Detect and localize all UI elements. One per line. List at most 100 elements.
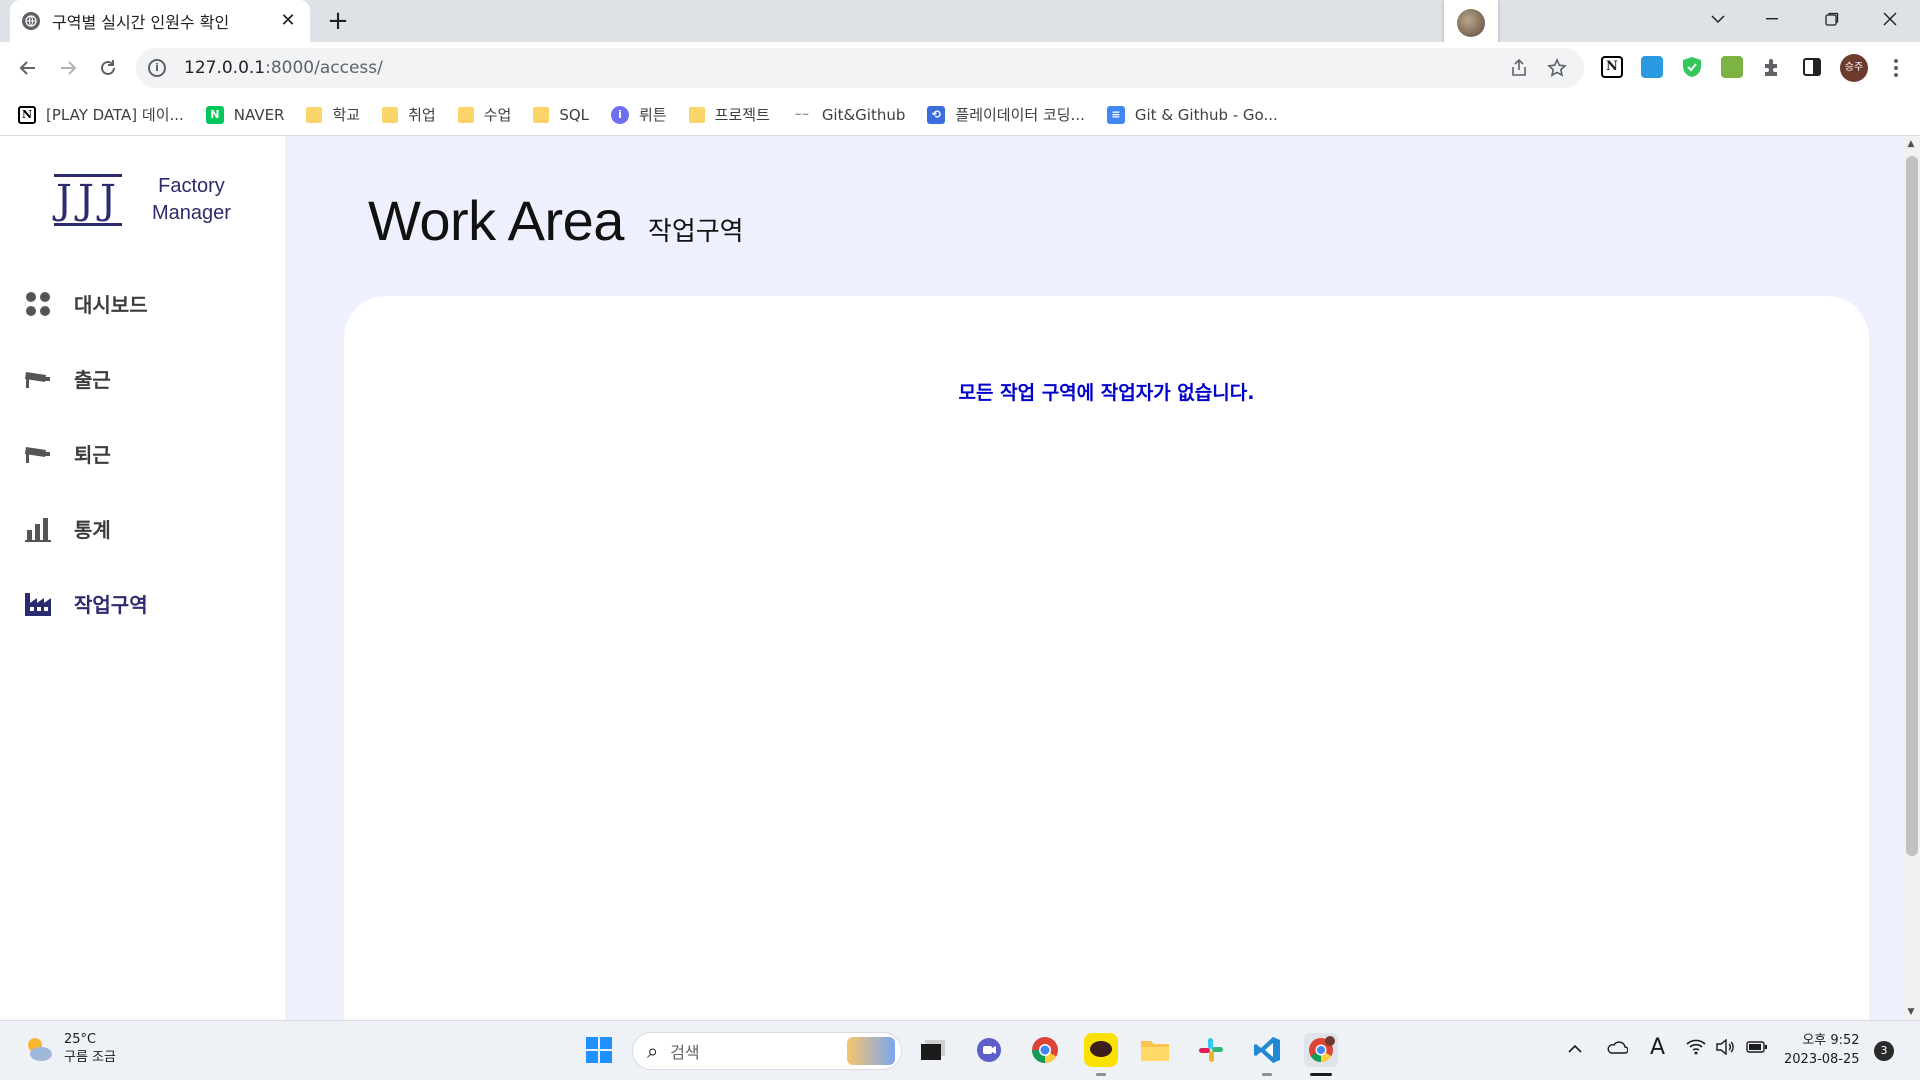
profile-picture: [1457, 9, 1485, 37]
bookmark-label: NAVER: [233, 105, 285, 124]
sidebar-item-label: 대시보드: [74, 293, 148, 317]
notion-extension-icon[interactable]: N: [1601, 56, 1623, 78]
tab-list-chevron-icon[interactable]: [1690, 0, 1746, 38]
bookmark-item[interactable]: 프로젝트: [688, 104, 770, 125]
bookmark-item[interactable]: N [PLAY DATA] 데이...: [18, 104, 184, 125]
puzzle-extensions-icon[interactable]: [1761, 56, 1783, 78]
chrome-profile-icon[interactable]: [1304, 1033, 1338, 1067]
weather-description: 구름 조금: [64, 1050, 116, 1065]
more-menu-icon[interactable]: [1880, 52, 1912, 84]
bookmark-label: 플레이데이터 코딩...: [955, 106, 1085, 124]
tab-search-profile-chip[interactable]: [1444, 0, 1498, 46]
ime-indicator[interactable]: A: [1650, 1035, 1665, 1060]
close-window-button[interactable]: [1862, 0, 1918, 38]
page-header: Work Area 작업구역: [368, 188, 744, 253]
folder-icon: [688, 106, 705, 123]
sidebar-item-label: 퇴근: [74, 443, 111, 467]
sidebar-menu: 대시보드 출근 퇴근 통계 작업구역: [24, 266, 148, 641]
scroll-down-arrow-icon[interactable]: ▼: [1902, 1004, 1920, 1020]
wrtn-icon: i: [611, 105, 629, 124]
cctv-icon: [24, 365, 52, 393]
file-explorer-icon[interactable]: [1138, 1033, 1172, 1067]
xml-extension-icon[interactable]: [1721, 56, 1743, 78]
system-clock[interactable]: 오후 9:52 2023-08-25: [1784, 1031, 1860, 1069]
bookmark-item[interactable]: ≡ Git & Github - Go...: [1106, 105, 1278, 124]
bookmark-item[interactable]: 학교: [306, 104, 360, 125]
bookmark-star-icon[interactable]: [1546, 58, 1568, 80]
tab-title: 구역별 실시간 인원수 확인: [52, 13, 230, 32]
bookmarks-bar: N [PLAY DATA] 데이... N NAVER 학교 취업 수업 SQL i 뤼튼 프로젝트…: [0, 94, 1920, 136]
web-page: JJJ Factory Manager 대시보드 출근 퇴근 통계 작업구역 W…: [0, 136, 1920, 1056]
sidebar-item-label: 통계: [74, 518, 111, 542]
bookmark-item[interactable]: 수업: [457, 104, 512, 125]
url-path: :8000/access/: [265, 58, 383, 78]
site-info-icon[interactable]: i: [148, 59, 166, 77]
notion-icon: N: [18, 105, 36, 124]
sidebar-item-check-in[interactable]: 출근: [24, 341, 148, 416]
sidebar-item-statistics[interactable]: 통계: [24, 491, 148, 566]
folder-icon: [382, 106, 399, 123]
chrome-icon[interactable]: [1028, 1033, 1062, 1067]
page-title: Work Area: [368, 189, 624, 252]
task-view-icon[interactable]: [916, 1033, 950, 1067]
running-indicator: [1096, 1073, 1106, 1076]
bookmark-item[interactable]: SQL: [533, 106, 589, 124]
browser-tab[interactable]: 구역별 실시간 인원수 확인 ✕: [10, 0, 310, 42]
notification-badge[interactable]: 3: [1874, 1041, 1894, 1061]
minimize-button[interactable]: [1744, 0, 1800, 38]
scrollbar-thumb[interactable]: [1906, 156, 1918, 856]
url-text: 127.0.0.1:8000/access/: [184, 58, 383, 78]
bookmark-item[interactable]: 취업: [382, 104, 436, 125]
volume-icon[interactable]: [1716, 1038, 1736, 1059]
show-hidden-icons-chevron-icon[interactable]: [1568, 1039, 1582, 1058]
sidebar-item-work-area[interactable]: 작업구역: [24, 566, 148, 641]
windows-start-icon[interactable]: [582, 1033, 616, 1067]
url-host: 127.0.0.1: [184, 58, 266, 78]
weather-widget[interactable]: 25°C 구름 조금: [22, 1031, 116, 1067]
slack-icon[interactable]: [1194, 1033, 1228, 1067]
wifi-icon[interactable]: [1686, 1039, 1706, 1059]
app-logo[interactable]: JJJ Factory Manager: [54, 172, 231, 228]
shield-extension-icon[interactable]: [1681, 56, 1703, 78]
bookmark-label: 뤼튼: [639, 106, 667, 124]
battery-icon[interactable]: [1746, 1039, 1768, 1058]
reload-button[interactable]: [92, 52, 124, 84]
globe-icon: [22, 12, 40, 30]
close-tab-icon[interactable]: ✕: [278, 11, 298, 31]
vscode-icon[interactable]: [1250, 1033, 1284, 1067]
bookmark-label: 수업: [483, 106, 512, 124]
sidebar-item-label: 출근: [74, 368, 111, 392]
logo-line-1: Factory: [158, 175, 225, 197]
restore-button[interactable]: [1804, 0, 1860, 38]
forward-button[interactable]: [52, 52, 84, 84]
side-panel-icon[interactable]: [1801, 56, 1823, 78]
bookmark-label: 학교: [332, 106, 361, 124]
calendar-extension-icon[interactable]: [1641, 56, 1663, 78]
taskbar-search[interactable]: ⌕ 검색: [632, 1032, 902, 1070]
scroll-up-arrow-icon[interactable]: ▲: [1902, 136, 1920, 152]
back-button[interactable]: [12, 52, 44, 84]
profile-avatar-button[interactable]: 승주: [1840, 54, 1868, 82]
onedrive-cloud-icon[interactable]: [1606, 1039, 1629, 1058]
active-app-indicator: [1310, 1073, 1332, 1076]
kakaotalk-icon[interactable]: [1084, 1033, 1118, 1067]
windows-taskbar: 25°C 구름 조금 ⌕ 검색 A 오후 9:52 2023-08-25 3: [0, 1020, 1920, 1080]
sidebar-item-dashboard[interactable]: 대시보드: [24, 266, 148, 341]
bookmark-label: 프로젝트: [714, 106, 770, 124]
cctv-icon: [24, 440, 52, 468]
page-scrollbar[interactable]: ▲ ▼: [1902, 136, 1920, 1020]
address-bar[interactable]: i 127.0.0.1:8000/access/: [136, 48, 1584, 88]
bookmark-item[interactable]: N NAVER: [205, 105, 285, 124]
teams-chat-icon[interactable]: [972, 1033, 1006, 1067]
bookmark-item[interactable]: ~~ Git&Github: [792, 106, 905, 124]
bookmark-item[interactable]: i 뤼튼: [611, 104, 667, 125]
new-tab-button[interactable]: +: [324, 7, 352, 35]
bookmark-item[interactable]: ⟲ 플레이데이터 코딩...: [927, 104, 1085, 125]
search-icon: ⌕: [647, 1039, 659, 1063]
bar-chart-icon: [24, 515, 52, 543]
partly-cloudy-icon: [22, 1033, 54, 1065]
dashboard-icon: [24, 290, 52, 318]
sidebar-item-check-out[interactable]: 퇴근: [24, 416, 148, 491]
naver-icon: N: [205, 105, 224, 124]
share-icon[interactable]: [1508, 58, 1530, 80]
